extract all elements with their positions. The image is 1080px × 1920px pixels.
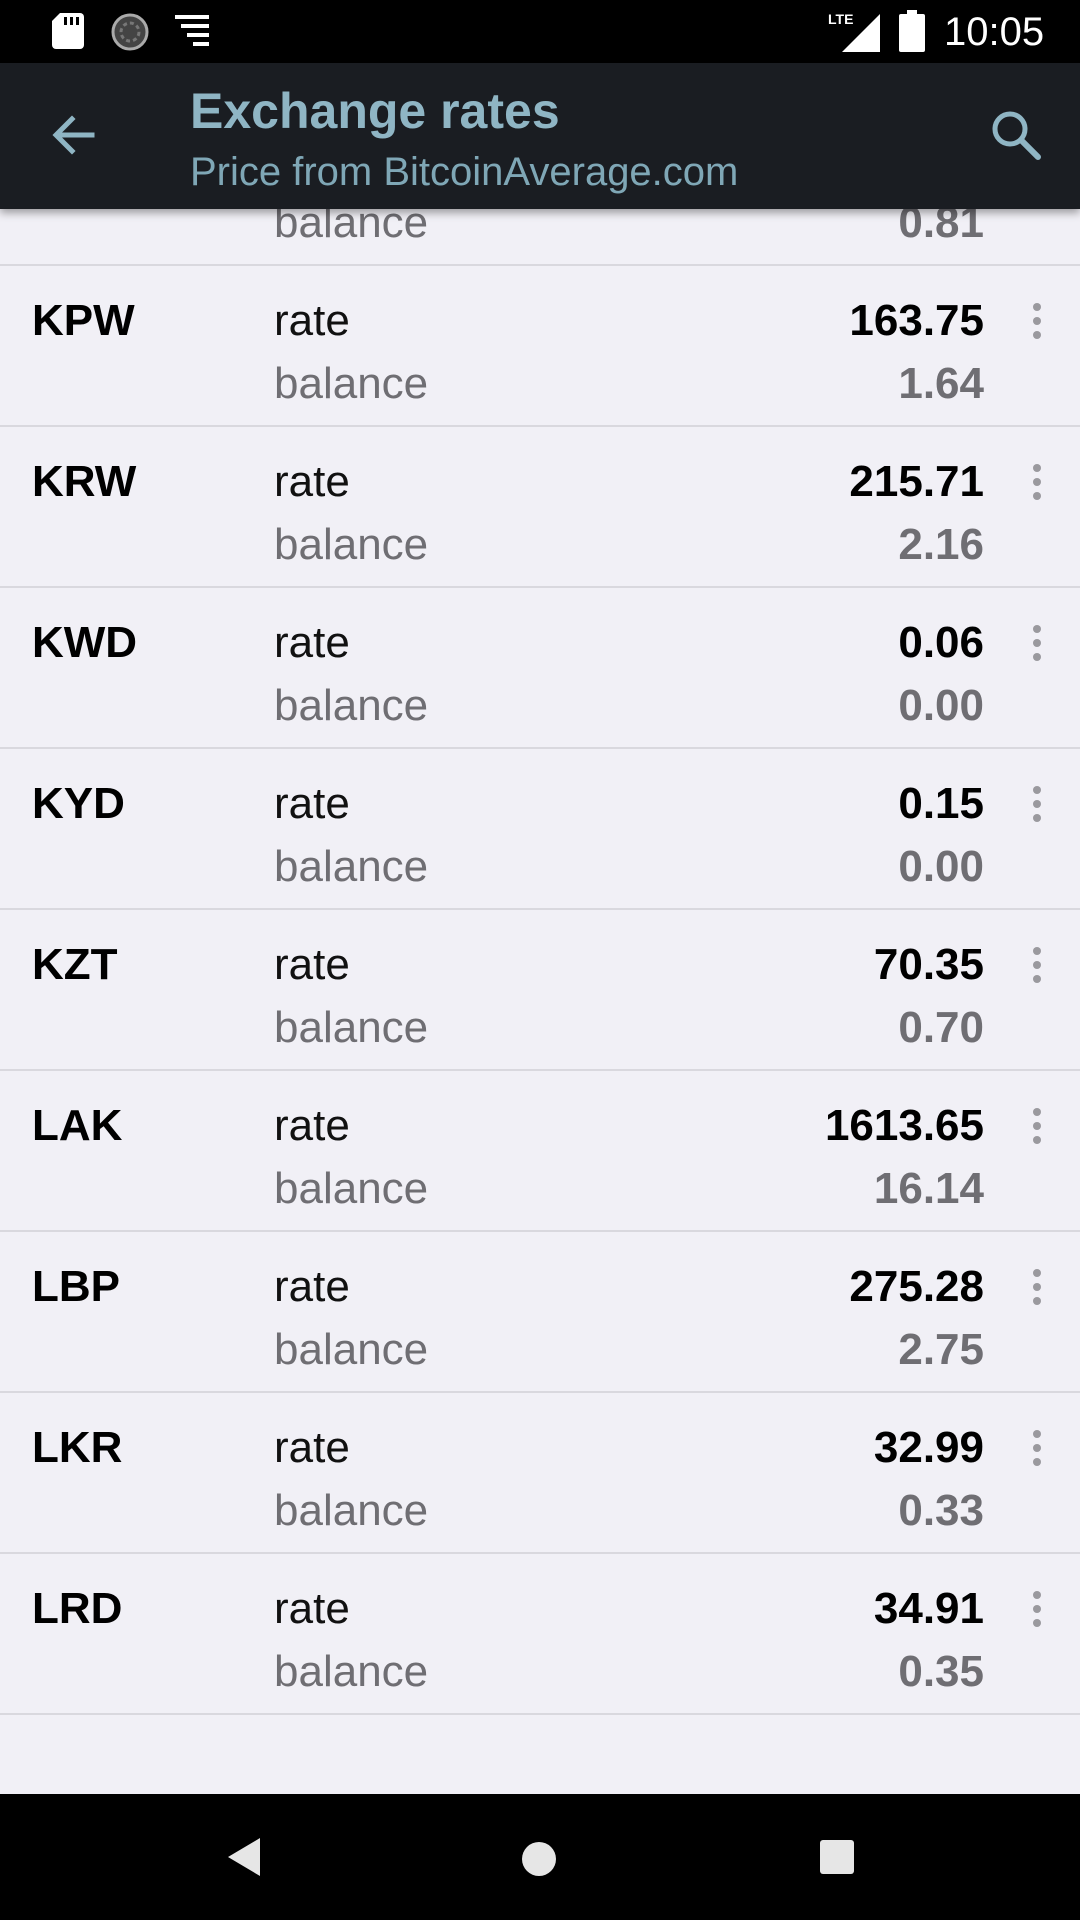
more-options-icon[interactable] — [1012, 1584, 1062, 1634]
status-bar: LTE 10:05 — [0, 0, 1080, 63]
balance-value: 0.00 — [898, 842, 984, 891]
page-subtitle: Price from BitcoinAverage.com — [190, 150, 739, 194]
currency-code: KZT — [32, 940, 118, 989]
rate-value: 32.99 — [873, 1423, 984, 1472]
rate-label: rate — [274, 779, 350, 828]
notification-icon — [175, 15, 209, 46]
currency-code: KWD — [32, 618, 138, 667]
balance-value: 0.00 — [898, 681, 984, 730]
exchange-rate-row[interactable]: KPW rate balance 163.75 1.64 — [0, 266, 1080, 427]
system-nav-bar — [0, 1794, 1080, 1920]
more-options-icon[interactable] — [1012, 1262, 1062, 1312]
battery-icon — [899, 10, 925, 52]
nav-back-icon[interactable] — [220, 1832, 270, 1882]
balance-label: balance — [274, 1647, 429, 1696]
rate-value: 70.35 — [873, 940, 984, 989]
rate-value: 163.75 — [849, 296, 984, 345]
rate-label: rate — [274, 618, 350, 667]
more-options-icon[interactable] — [1012, 940, 1062, 990]
rate-label: rate — [274, 457, 350, 506]
exchange-rate-row[interactable]: LAK rate balance 1613.65 16.14 — [0, 1071, 1080, 1232]
exchange-rate-row[interactable]: KRW rate balance 215.71 2.16 — [0, 427, 1080, 588]
more-options-icon[interactable] — [1012, 457, 1062, 507]
rate-value: 0.15 — [898, 779, 984, 828]
rate-label: rate — [274, 1423, 350, 1472]
rate-value: 1613.65 — [824, 1101, 984, 1150]
exchange-rate-list[interactable]: KMFratebalance81.370.81 KPW rate balance 163… — [0, 209, 1080, 1794]
exchange-rate-row[interactable]: LKR rate balance 32.99 0.33 — [0, 1393, 1080, 1554]
more-options-icon[interactable] — [1012, 779, 1062, 829]
currency-code: KYD — [32, 779, 125, 828]
back-arrow-icon[interactable] — [46, 107, 102, 163]
balance-value: 2.75 — [898, 1325, 984, 1374]
balance-value: 0.70 — [898, 1003, 984, 1052]
exchange-rate-row[interactable]: KZT rate balance 70.35 0.70 — [0, 910, 1080, 1071]
balance-value: 0.35 — [898, 1647, 984, 1696]
rate-value: 215.71 — [849, 457, 984, 506]
balance-label: balance — [274, 842, 429, 891]
sd-card-icon — [52, 13, 84, 49]
rate-label: rate — [274, 296, 350, 345]
rate-value: 0.06 — [898, 618, 984, 667]
sync-icon — [111, 13, 149, 51]
rate-label: rate — [274, 1584, 350, 1633]
rate-value: 275.28 — [849, 1262, 984, 1311]
balance-label: balance — [274, 1486, 429, 1535]
balance-value: 2.16 — [898, 520, 984, 569]
more-options-icon[interactable] — [1012, 296, 1062, 346]
balance-value: 16.14 — [873, 1164, 984, 1213]
balance-label: balance — [274, 681, 429, 730]
rate-value: 34.91 — [873, 1584, 984, 1633]
exchange-rate-row[interactable]: LRD rate balance 34.91 0.35 — [0, 1554, 1080, 1715]
balance-label: balance — [274, 1325, 429, 1374]
nav-recents-icon[interactable] — [814, 1834, 860, 1880]
balance-value: 0.81 — [898, 209, 984, 247]
currency-code: KRW — [32, 457, 137, 506]
more-options-icon[interactable] — [1012, 1101, 1062, 1151]
exchange-rate-list-content: KMFratebalance81.370.81 KPW rate balance 163… — [0, 209, 1080, 1715]
svg-text:LTE: LTE — [828, 11, 853, 27]
rate-label: rate — [274, 1101, 350, 1150]
exchange-rate-row[interactable]: KMFratebalance81.370.81 — [0, 209, 1080, 266]
rate-label: rate — [274, 940, 350, 989]
search-icon[interactable] — [986, 105, 1046, 165]
balance-label: balance — [274, 1003, 429, 1052]
balance-label: balance — [274, 1164, 429, 1213]
page-title: Exchange rates — [190, 83, 560, 139]
exchange-rate-row[interactable]: LBP rate balance 275.28 2.75 — [0, 1232, 1080, 1393]
nav-home-icon[interactable] — [512, 1832, 566, 1886]
balance-label: balance — [274, 359, 429, 408]
currency-code: LKR — [32, 1423, 123, 1472]
exchange-rate-row[interactable]: KWD rate balance 0.06 0.00 — [0, 588, 1080, 749]
currency-code: LRD — [32, 1584, 123, 1633]
exchange-rate-row[interactable]: KYD rate balance 0.15 0.00 — [0, 749, 1080, 910]
balance-label: balance — [274, 209, 429, 247]
app-toolbar: Exchange rates Price from BitcoinAverage… — [0, 63, 1080, 209]
currency-code: LBP — [32, 1262, 120, 1311]
currency-code: LAK — [32, 1101, 123, 1150]
status-time: 10:05 — [944, 10, 1045, 54]
balance-value: 1.64 — [898, 359, 984, 408]
balance-value: 0.33 — [898, 1486, 984, 1535]
balance-label: balance — [274, 520, 429, 569]
more-options-icon[interactable] — [1012, 618, 1062, 668]
lte-signal-icon: LTE — [828, 11, 880, 52]
rate-label: rate — [274, 1262, 350, 1311]
currency-code: KPW — [32, 296, 135, 345]
more-options-icon[interactable] — [1012, 1423, 1062, 1473]
